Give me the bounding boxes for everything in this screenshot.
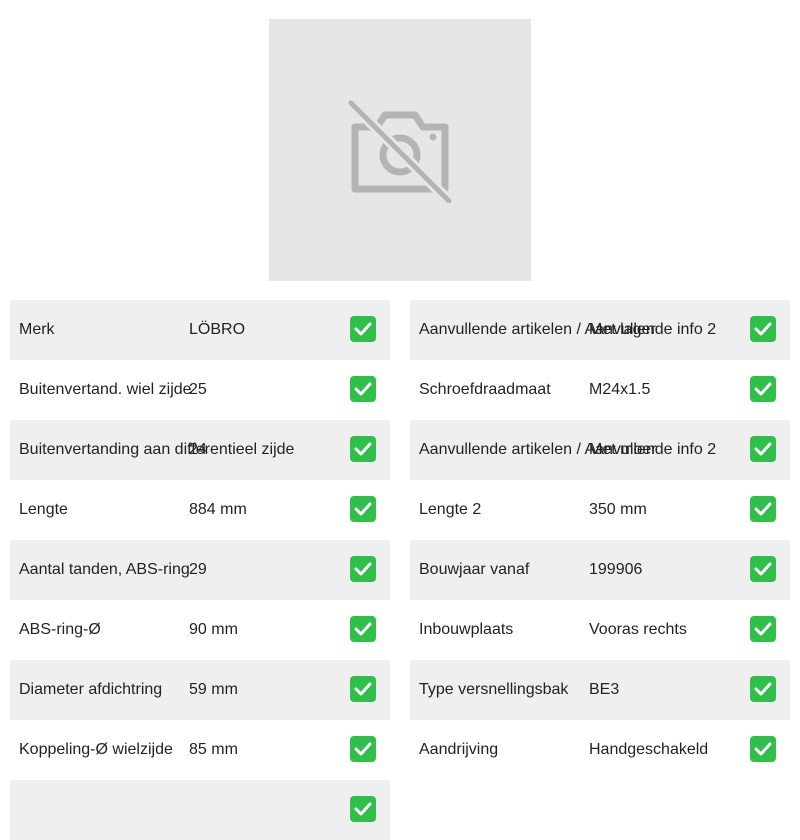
spec-value: 29 [189,561,207,578]
spec-label: Aanvullende artikelen / Aanvullende info… [419,441,717,458]
check-icon [350,736,376,762]
spec-label: Lengte 2 [419,501,482,518]
check-icon [750,676,776,702]
spec-row: Buitenvertanding aan differentieel zijde… [10,420,390,480]
product-image-placeholder [269,19,531,281]
spec-label: Buitenvertanding aan differentieel zijde [19,441,295,458]
spec-label: Schroefdraadmaat [419,381,551,398]
spec-row [10,780,390,840]
spec-label: Diameter afdichtring [19,681,163,698]
spec-label: Merk [19,321,55,338]
spec-value: 59 mm [189,681,238,698]
spec-row: Aantal tanden, ABS-ring 29 [10,540,390,600]
spec-row: Diameter afdichtring 59 mm [10,660,390,720]
check-icon [750,556,776,582]
spec-label: Buitenvertand. wiel zijde [19,381,192,398]
spec-row: Aanvullende artikelen / Aanvullende info… [410,420,790,480]
check-icon [750,736,776,762]
spec-value: 350 mm [589,501,647,518]
spec-label: Inbouwplaats [419,621,514,638]
spec-label: Aandrijving [419,741,499,758]
spec-label: Aanvullende artikelen / Aanvullende info… [419,321,717,338]
spec-value: BE3 [589,681,620,698]
spec-value: 884 mm [189,501,247,518]
spec-row: Type versnellingsbak BE3 [410,660,790,720]
spec-label: Type versnellingsbak [419,681,569,698]
spec-row: Bouwjaar vanaf 199906 [410,540,790,600]
spec-row: Lengte 884 mm [10,480,390,540]
spec-value: Met moer [589,441,657,458]
check-icon [750,316,776,342]
spec-label: Lengte [19,501,68,518]
spec-value: Handgeschakeld [589,741,709,758]
spec-row: Aanvullende artikelen / Aanvullende info… [410,300,790,360]
spec-value: 85 mm [189,741,238,758]
spec-table-right: Aanvullende artikelen / Aanvullende info… [410,300,790,780]
check-icon [350,436,376,462]
spec-value: 24 [189,441,207,458]
spec-row: ABS-ring-Ø 90 mm [10,600,390,660]
spec-label: ABS-ring-Ø [19,621,101,638]
check-icon [750,376,776,402]
spec-row: Buitenvertand. wiel zijde 25 [10,360,390,420]
check-icon [350,496,376,522]
spec-value: Met lager [589,321,656,338]
check-icon [750,616,776,642]
spec-value: 90 mm [189,621,238,638]
spec-label: Aantal tanden, ABS-ring [19,561,190,578]
spec-row: Lengte 2 350 mm [410,480,790,540]
spec-value: 25 [189,381,207,398]
spec-label: Bouwjaar vanaf [419,561,530,578]
check-icon [350,676,376,702]
spec-row: Koppeling-Ø wielzijde 85 mm [10,720,390,780]
spec-row: Schroefdraadmaat M24x1.5 [410,360,790,420]
spec-label: Koppeling-Ø wielzijde [19,741,173,758]
spec-value: Vooras rechts [589,621,687,638]
spec-row: Merk LÖBRO [10,300,390,360]
check-icon [750,436,776,462]
spec-value: 199906 [589,561,643,578]
check-icon [350,376,376,402]
spec-row: Inbouwplaats Vooras rechts [410,600,790,660]
spec-table-left: Merk LÖBRO Buitenvertand. wiel zijde 25 … [10,300,390,840]
spec-row: Aandrijving Handgeschakeld [410,720,790,780]
no-camera-icon [347,99,453,203]
check-icon [350,616,376,642]
check-icon [350,316,376,342]
spec-value: M24x1.5 [589,381,651,398]
spec-value: LÖBRO [189,321,246,338]
check-icon [750,496,776,522]
check-icon [350,556,376,582]
